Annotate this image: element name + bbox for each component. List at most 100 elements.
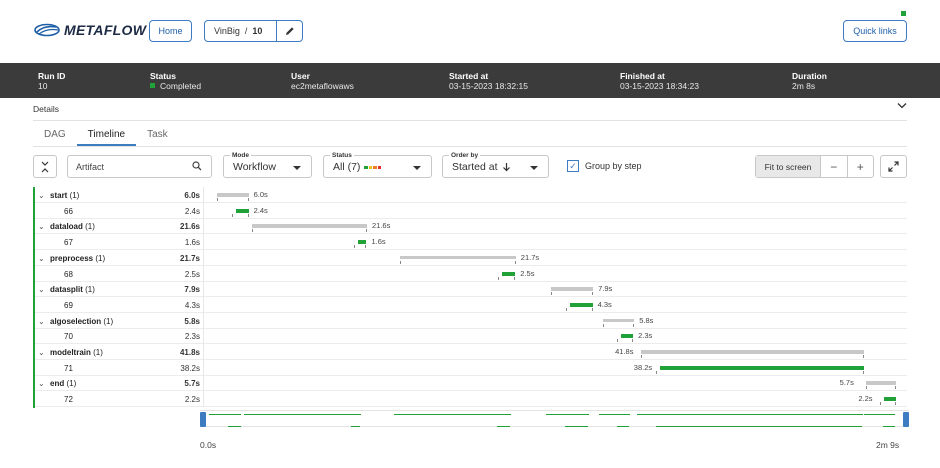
task-duration-bar[interactable] (357, 240, 367, 245)
tab-timeline[interactable]: Timeline (76, 128, 137, 146)
timeline-chart: ⌄ start (1) 6.0s 6.0s 66 2.4s 2.4s ⌄ dataload (1… (33, 187, 907, 408)
chevron-down-icon[interactable]: ⌄ (38, 379, 50, 388)
row-duration: 41.8s (179, 348, 200, 357)
task-row[interactable]: 72 2.2s 2.2s (35, 391, 907, 408)
step-row[interactable]: ⌄ datasplit (1) 7.9s 7.9s (35, 281, 907, 298)
logo-text: METAFLOW (64, 22, 147, 38)
minimap-bar (244, 413, 361, 415)
task-row[interactable]: 71 38.2s 38.2s (35, 359, 907, 376)
minimap-bar (546, 413, 589, 415)
zoom-in-button[interactable]: + (846, 156, 874, 177)
started-label: Started at (449, 71, 489, 81)
status-filter-label: Status (330, 152, 354, 159)
fit-to-screen-button[interactable]: Fit to screen (756, 156, 821, 177)
collapse-all-button[interactable] (33, 155, 57, 178)
breadcrumb-run[interactable]: 10 (252, 26, 262, 36)
status-color-square (373, 165, 377, 169)
bar-end-tick (632, 339, 634, 343)
step-duration-bar[interactable] (216, 193, 249, 197)
row-duration: 2.3s (184, 332, 200, 342)
task-duration-bar[interactable] (569, 302, 593, 307)
task-duration-bar[interactable] (501, 271, 516, 276)
home-button[interactable]: Home (149, 20, 192, 42)
arrow-down-icon[interactable] (502, 162, 511, 172)
collapse-icon (41, 161, 49, 172)
breadcrumb-separator: / (244, 26, 248, 36)
metaflow-logo[interactable]: METAFLOW (34, 22, 146, 38)
minimap-bar (616, 426, 630, 427)
quick-links-button[interactable]: Quick links (843, 20, 907, 42)
breadcrumb: VinBig / 10 (204, 20, 303, 42)
task-row[interactable]: 70 2.3s 2.3s (35, 328, 907, 345)
chevron-down-icon[interactable]: ⌄ (38, 348, 50, 357)
step-duration-bar[interactable] (865, 381, 897, 385)
minimap-bar (599, 413, 631, 415)
step-row[interactable]: ⌄ preprocess (1) 21.7s 21.7s (35, 249, 907, 266)
started-field: Started at 03-15-2023 18:32:15 (449, 71, 528, 91)
step-row[interactable]: ⌄ dataload (1) 21.6s 21.6s (35, 218, 907, 235)
zoom-out-button[interactable]: − (821, 156, 847, 177)
step-duration-bar[interactable] (603, 318, 635, 323)
task-row[interactable]: 69 4.3s 4.3s (35, 296, 907, 313)
task-duration-bar[interactable] (659, 365, 864, 370)
step-duration-bar[interactable] (400, 255, 516, 260)
row-duration: 4.3s (184, 300, 200, 310)
artifact-search-input[interactable]: Artifact (67, 155, 212, 178)
connection-status-indicator (901, 11, 906, 16)
order-by-value: Started at (452, 161, 498, 173)
status-select[interactable]: Status All (7) (323, 152, 432, 178)
step-duration-bar[interactable] (641, 350, 865, 354)
status-field: Status Completed (150, 71, 201, 91)
step-row[interactable]: ⌄ modeltrain (1) 41.8s 41.8s (35, 344, 907, 360)
breadcrumb-flow[interactable]: VinBig (214, 26, 240, 36)
step-row[interactable]: ⌄ start (1) 6.0s 6.0s (35, 187, 907, 203)
step-duration-bar[interactable] (251, 224, 367, 228)
minimap-right-handle[interactable] (903, 412, 909, 427)
step-duration-bar[interactable] (551, 287, 594, 291)
bar-end-tick (880, 402, 882, 406)
duration-label: Duration (792, 71, 827, 81)
bar-end-tick (895, 402, 897, 406)
order-by-select[interactable]: Order by Started at (442, 152, 549, 178)
timeline-minimap[interactable] (200, 410, 909, 427)
bar-end-tick (514, 260, 516, 264)
search-placeholder: Artifact (76, 161, 105, 172)
column-divider (203, 249, 204, 266)
chevron-down-icon[interactable]: ⌄ (38, 254, 50, 263)
edit-breadcrumb-button[interactable] (276, 21, 302, 41)
bar-end-tick (863, 355, 865, 358)
mode-select[interactable]: Mode Workflow (223, 152, 312, 178)
caret-down-icon (293, 166, 301, 170)
chevron-down-icon[interactable]: ⌄ (38, 317, 50, 326)
step-row[interactable]: ⌄ algoselection (1) 5.8s 5.8s (35, 312, 907, 329)
task-duration-bar[interactable] (884, 397, 897, 402)
bar-end-tick (251, 229, 253, 233)
task-row[interactable]: 68 2.5s 2.5s (35, 265, 907, 282)
chevron-down-icon[interactable]: ⌄ (38, 285, 50, 294)
chevron-down-icon[interactable]: ⌄ (38, 222, 50, 231)
tab-task[interactable]: Task (136, 128, 179, 146)
tab-dag[interactable]: DAG (33, 128, 77, 146)
task-duration-bar[interactable] (235, 208, 249, 213)
task-duration-bar[interactable] (620, 334, 634, 339)
step-row[interactable]: ⌄ end (1) 5.7s 5.7s (35, 375, 907, 392)
group-by-step-checkbox[interactable]: ✓ (567, 160, 579, 172)
minimap-bar (351, 426, 360, 427)
column-divider (203, 296, 204, 313)
search-icon (192, 161, 202, 171)
step-name: ⌄ dataload (1) (38, 222, 95, 231)
column-divider (203, 234, 204, 251)
details-toggle[interactable]: Details (33, 103, 907, 118)
task-row[interactable]: 67 1.6s 1.6s (35, 234, 907, 251)
bar-end-tick (633, 323, 635, 327)
group-by-step-toggle[interactable]: ✓ Group by step (567, 160, 642, 172)
fullscreen-button[interactable] (880, 155, 907, 178)
bar-end-tick (616, 339, 618, 343)
bar-end-tick (655, 370, 657, 374)
step-task-count: (1) (69, 191, 80, 200)
column-divider (203, 265, 204, 282)
chevron-down-icon[interactable]: ⌄ (38, 191, 50, 200)
task-id: 66 (64, 206, 73, 216)
minimap-left-handle[interactable] (200, 412, 206, 427)
task-row[interactable]: 66 2.4s 2.4s (35, 202, 907, 219)
